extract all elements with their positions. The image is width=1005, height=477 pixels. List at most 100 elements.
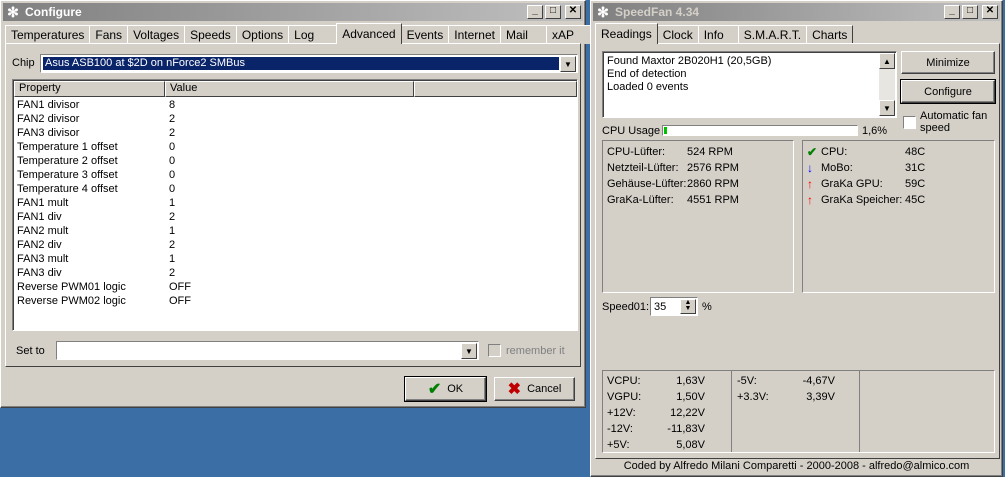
property-value: 1 — [169, 225, 176, 237]
property-value: 0 — [169, 155, 176, 167]
speedfan-title: SpeedFan 4.34 — [615, 5, 700, 19]
configure-button[interactable]: Configure — [900, 79, 996, 104]
close-icon[interactable]: ✕ — [565, 5, 581, 19]
temp-value: 31C — [905, 162, 926, 174]
property-list[interactable]: Property Value FAN1 divisor 8 FAN2 divisor… — [12, 79, 578, 331]
chevron-down-icon[interactable]: ▼ — [560, 56, 576, 72]
arrow-down-icon: ↓ — [807, 161, 813, 175]
close-icon[interactable]: ✕ — [982, 5, 998, 19]
tab-mail[interactable]: Mail — [499, 25, 547, 44]
table-row[interactable]: Reverse PWM01 logic OFF — [13, 280, 577, 294]
table-row[interactable]: Temperature 4 offset 0 — [13, 182, 577, 196]
table-row[interactable]: Temperature 2 offset 0 — [13, 154, 577, 168]
property-value: OFF — [169, 295, 191, 307]
tab-info[interactable]: Info — [697, 25, 739, 44]
voltages-divider-2 — [859, 371, 860, 452]
tab-speeds[interactable]: Speeds — [184, 25, 237, 44]
tab-advanced[interactable]: Advanced — [336, 23, 402, 44]
chip-select[interactable]: Asus ASB100 at $2D on nForce2 SMBus ▼ — [40, 54, 578, 73]
remember-checkbox[interactable] — [488, 344, 501, 357]
column-header-property[interactable]: Property — [14, 81, 165, 97]
tab-charts[interactable]: Charts — [806, 25, 854, 44]
fan-value: 2576 RPM — [687, 162, 739, 174]
temp-reading: ↑ GraKa Speicher: 45C — [807, 192, 925, 208]
tab-options[interactable]: Options — [235, 25, 290, 44]
minimize-icon[interactable]: _ — [944, 5, 960, 19]
voltage-reading: +3.3V: 3,39V — [737, 389, 835, 405]
minimize-icon[interactable]: _ — [527, 5, 543, 19]
tab-fans[interactable]: Fans — [89, 25, 129, 44]
column-header-value[interactable]: Value — [165, 81, 414, 97]
log-scrollbar[interactable]: ▲ ▼ — [879, 53, 895, 116]
configure-title: Configure — [25, 5, 82, 19]
speedfan-fan-icon: ✻ — [597, 3, 609, 20]
property-name: Reverse PWM02 logic — [17, 295, 126, 307]
property-name: FAN3 mult — [17, 253, 69, 265]
tab-internet[interactable]: Internet — [448, 25, 501, 44]
temp-name: GraKa GPU: — [821, 178, 883, 190]
temps-list: ✔ CPU: 48C ↓ MoBo: 31C ↑ GraKa GPU: 59C ↑ GraKa Sp… — [807, 144, 925, 208]
table-row[interactable]: FAN1 mult 1 — [13, 196, 577, 210]
voltage-name: VCPU: — [607, 375, 641, 387]
tab-temperatures[interactable]: Temperatures — [5, 25, 91, 44]
table-row[interactable]: FAN2 div 2 — [13, 238, 577, 252]
table-row[interactable]: FAN3 div 2 — [13, 266, 577, 280]
voltage-name: +12V: — [607, 407, 636, 419]
chevron-down-icon[interactable]: ▼ — [461, 343, 477, 359]
maximize-icon[interactable]: □ — [545, 5, 561, 19]
voltage-name: -12V: — [607, 423, 633, 435]
fan-name: Gehäuse-Lüfter: — [607, 178, 687, 190]
table-row[interactable]: FAN2 divisor 2 — [13, 112, 577, 126]
property-value: OFF — [169, 281, 191, 293]
tab-readings[interactable]: Readings — [595, 23, 658, 44]
maximize-icon[interactable]: □ — [962, 5, 978, 19]
property-value: 2 — [169, 267, 176, 279]
tab-voltages[interactable]: Voltages — [127, 25, 186, 44]
configure-titlebar[interactable]: ✻ Configure _ □ ✕ — [3, 3, 583, 21]
table-row[interactable]: FAN3 mult 1 — [13, 252, 577, 266]
cancel-button[interactable]: ✖ Cancel — [494, 377, 575, 401]
spinner-arrows-icon[interactable]: ▲ ▼ — [680, 299, 696, 314]
voltages-divider-1 — [731, 371, 732, 452]
property-table: FAN1 divisor 8 FAN2 divisor 2 FAN3 divisor 2 T… — [13, 98, 577, 308]
table-row[interactable]: FAN2 mult 1 — [13, 224, 577, 238]
table-row[interactable]: Reverse PWM02 logic OFF — [13, 294, 577, 308]
tab-log[interactable]: Log — [288, 25, 338, 44]
voltage-value: 3,39V — [806, 391, 835, 403]
voltage-reading: +5V: 5,08V — [607, 437, 705, 453]
log-box[interactable]: Found Maxtor 2B020H1 (20,5GB) End of det… — [602, 51, 897, 118]
fans-group: CPU-Lüfter: 524 RPM Netzteil-Lüfter: 2576 R… — [602, 140, 794, 293]
table-row[interactable]: Temperature 1 offset 0 — [13, 140, 577, 154]
tab-events[interactable]: Events — [400, 25, 450, 44]
minimize-button[interactable]: Minimize — [901, 51, 995, 74]
tab-clock[interactable]: Clock — [656, 25, 699, 44]
log-line-3: Loaded 0 events — [607, 81, 689, 93]
table-row[interactable]: FAN1 div 2 — [13, 210, 577, 224]
table-row[interactable]: FAN3 divisor 2 — [13, 126, 577, 140]
table-row[interactable]: Temperature 3 offset 0 — [13, 168, 577, 182]
tab-xap[interactable]: xAP — [545, 25, 593, 44]
scroll-down-icon[interactable]: ▼ — [879, 100, 895, 116]
temp-value: 48C — [905, 146, 926, 158]
property-name: FAN2 divisor — [17, 113, 80, 125]
voltage-value: 5,08V — [676, 439, 705, 451]
table-row[interactable]: FAN1 divisor 8 — [13, 98, 577, 112]
log-line-1: Found Maxtor 2B020H1 (20,5GB) — [607, 55, 772, 67]
configure-window: ✻ Configure _ □ ✕ Temperatures Fans Volt… — [0, 0, 593, 408]
voltage-reading: -5V: -4,67V — [737, 373, 835, 389]
voltage-reading: -12V: -11,83V — [607, 421, 705, 437]
chip-selected-value: Asus ASB100 at $2D on nForce2 SMBus — [43, 57, 559, 70]
footer-text: Coded by Alfredo Milani Comparetti - 200… — [623, 460, 970, 472]
ok-button[interactable]: ✔ OK — [404, 376, 487, 402]
speed01-spinner[interactable]: 35 ▲ ▼ — [650, 297, 698, 316]
tab-smart[interactable]: S.M.A.R.T. — [737, 25, 808, 44]
auto-fan-checkbox[interactable] — [903, 116, 916, 129]
speedfan-titlebar[interactable]: ✻ SpeedFan 4.34 _ □ ✕ — [593, 3, 1000, 21]
scroll-up-icon[interactable]: ▲ — [879, 53, 895, 69]
ok-label: OK — [447, 383, 464, 395]
temp-reading: ✔ CPU: 48C — [807, 144, 925, 160]
property-list-header: Property Value — [14, 81, 577, 97]
temp-name: CPU: — [821, 146, 848, 158]
voltages-right-list: -5V: -4,67V +3.3V: 3,39V — [737, 373, 835, 405]
set-to-combo[interactable]: ▼ — [56, 341, 479, 360]
